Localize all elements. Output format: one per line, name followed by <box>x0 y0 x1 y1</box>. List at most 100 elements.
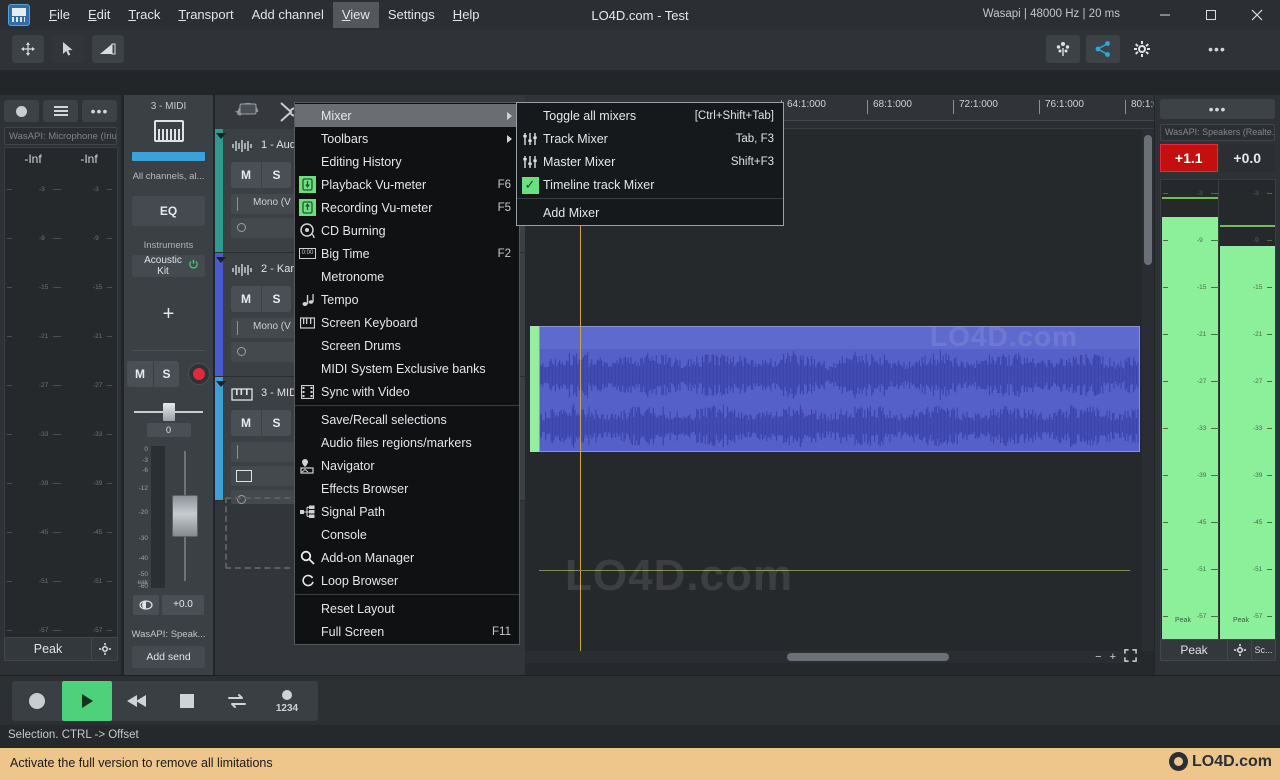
view-menu-item-toolbars[interactable]: Toolbars <box>295 127 519 150</box>
view-menu-item-reset-layout[interactable]: Reset Layout <box>295 597 519 620</box>
add-send-button[interactable]: Add send <box>132 646 205 668</box>
undo-redo-icon[interactable] <box>233 99 265 130</box>
view-menu-item-console[interactable]: Console <box>295 523 519 546</box>
zoom-in-button[interactable]: + <box>1107 651 1119 663</box>
maximize-icon[interactable] <box>1188 0 1234 30</box>
view-menu-item-metronome[interactable]: Metronome <box>295 265 519 288</box>
more-icon[interactable]: ••• <box>82 100 117 122</box>
mono-stereo-icon[interactable] <box>133 595 159 615</box>
rewind-button[interactable] <box>112 681 162 721</box>
zoom-out-button[interactable]: − <box>1092 651 1104 663</box>
gear-icon[interactable] <box>91 638 117 660</box>
left-mixer-meter[interactable]: -Inf -Inf -3 -3 -9 -9 -15 -15 -21 -21 -27 -27 -33-… <box>4 147 118 652</box>
play-button[interactable] <box>62 681 112 721</box>
gear-icon[interactable] <box>1128 35 1156 63</box>
view-menu-item-tempo[interactable]: Tempo <box>295 288 519 311</box>
select-tool-icon[interactable] <box>52 35 84 63</box>
view-menu-item-mixer[interactable]: Mixer <box>295 104 519 127</box>
scroll-thumb[interactable] <box>787 653 949 661</box>
power-icon[interactable] <box>188 259 199 273</box>
mute-button[interactable]: M <box>231 286 261 312</box>
activation-banner[interactable]: Activate the full version to remove all … <box>0 748 1280 780</box>
view-menu-item-editing-history[interactable]: Editing History <box>295 150 519 173</box>
mute-button[interactable]: M <box>231 162 261 188</box>
menu-edit[interactable]: Edit <box>79 2 119 28</box>
clip-gain-handle[interactable] <box>530 326 539 452</box>
horizontal-scrollbar[interactable] <box>525 651 1128 663</box>
mixer-submenu-item-master-mixer[interactable]: Master Mixer Shift+F3 <box>517 150 783 173</box>
gain-value[interactable]: +0.0 <box>162 595 204 615</box>
master-sc-button[interactable]: Sc... <box>1251 640 1275 660</box>
view-menu-item-recording-vu-meter[interactable]: Recording Vu-meter F5 <box>295 196 519 219</box>
menu-settings[interactable]: Settings <box>379 2 444 28</box>
mixer-submenu-item-timeline-track-mixer[interactable]: ✓ Timeline track Mixer <box>517 173 783 196</box>
view-menu-item-sync-with-video[interactable]: Sync with Video <box>295 380 519 403</box>
list-icon[interactable] <box>43 100 78 122</box>
menu-help[interactable]: Help <box>444 2 489 28</box>
view-menu-item-full-screen[interactable]: Full Screen F11 <box>295 620 519 643</box>
view-menu-item-loop-browser[interactable]: Loop Browser <box>295 569 519 592</box>
mixer-submenu-item-track-mixer[interactable]: Track Mixer Tab, F3 <box>517 127 783 150</box>
view-menu-item-add-on-manager[interactable]: Add-on Manager <box>295 546 519 569</box>
view-menu-item-signal-path[interactable]: Signal Path <box>295 500 519 523</box>
track-color-bar[interactable] <box>215 377 223 500</box>
effects-icon[interactable] <box>1046 35 1080 63</box>
view-menu-item-cd-burning[interactable]: CD Burning <box>295 219 519 242</box>
master-device[interactable]: WasAPI: Speakers (Realte... <box>1160 124 1275 141</box>
mixer-submenu[interactable]: Toggle all mixers [Ctrl+Shift+Tab] Track M… <box>516 102 784 226</box>
menu-add-channel[interactable]: Add channel <box>243 2 333 28</box>
track-color-bar[interactable] <box>215 129 223 252</box>
track-color-bar[interactable] <box>215 253 223 376</box>
view-menu-item-save-recall-selections[interactable]: Save/Recall selections <box>295 408 519 431</box>
stop-button[interactable] <box>162 681 212 721</box>
master-peak-mode[interactable]: Peak Sc... <box>1160 639 1276 661</box>
left-mixer-device[interactable]: WasAPI: Microphone (Iriu... <box>4 127 117 145</box>
more-icon[interactable]: ••• <box>1160 99 1275 119</box>
eq-button[interactable]: EQ <box>132 196 205 226</box>
scroll-thumb[interactable] <box>1144 135 1152 265</box>
chevron-down-icon[interactable] <box>216 257 226 263</box>
view-menu-dropdown[interactable]: Mixer Toolbars Editing History Playback Vu-… <box>294 102 520 645</box>
view-menu-item-screen-drums[interactable]: Screen Drums <box>295 334 519 357</box>
view-menu-item-navigator[interactable]: Navigator <box>295 454 519 477</box>
menu-track[interactable]: Track <box>119 2 169 28</box>
solo-button[interactable]: S <box>261 410 291 436</box>
close-icon[interactable] <box>1234 0 1280 30</box>
menu-file[interactable]: File <box>40 2 79 28</box>
mixer-submenu-item-toggle-all-mixers[interactable]: Toggle all mixers [Ctrl+Shift+Tab] <box>517 104 783 127</box>
view-menu-item-playback-vu-meter[interactable]: Playback Vu-meter F6 <box>295 173 519 196</box>
volume-envelope-tool-icon[interactable] <box>92 35 124 63</box>
move-tool-icon[interactable] <box>12 35 44 63</box>
fit-screen-icon[interactable] <box>1121 649 1140 665</box>
solo-button[interactable]: S <box>261 286 291 312</box>
view-menu-item-screen-keyboard[interactable]: Screen Keyboard <box>295 311 519 334</box>
share-icon[interactable] <box>1086 35 1120 63</box>
left-mixer-peak-mode[interactable]: Peak <box>4 637 118 661</box>
chevron-down-icon[interactable] <box>216 133 226 139</box>
loop-button[interactable] <box>212 681 262 721</box>
right-more-icon[interactable]: ••• <box>1200 35 1234 63</box>
record-icon[interactable] <box>188 363 210 385</box>
view-menu-item-effects-browser[interactable]: Effects Browser <box>295 477 519 500</box>
mixer-submenu-item-add-mixer[interactable]: Add Mixer <box>517 201 783 224</box>
pan-value[interactable]: 0 <box>146 423 191 437</box>
mute-button[interactable]: M <box>127 361 153 387</box>
minimize-icon[interactable] <box>1142 0 1188 30</box>
chevron-down-icon[interactable] <box>216 381 226 387</box>
channel-color-bar[interactable] <box>132 152 205 161</box>
vertical-scrollbar[interactable] <box>1142 129 1154 651</box>
menu-transport[interactable]: Transport <box>169 2 242 28</box>
audio-clip[interactable] <box>539 326 1140 452</box>
view-menu-item-midi-system-exclusive-banks[interactable]: MIDI System Exclusive banks <box>295 357 519 380</box>
solo-button[interactable]: S <box>261 162 291 188</box>
menu-view[interactable]: View <box>332 2 379 28</box>
record-icon[interactable] <box>4 100 39 122</box>
view-menu-item-audio-files-regions-markers[interactable]: Audio files regions/markers <box>295 431 519 454</box>
track-name[interactable]: 1 - Audi <box>261 139 298 151</box>
view-menu-item-big-time[interactable]: 0:00 Big Time F2 <box>295 242 519 265</box>
plus-icon[interactable]: + <box>124 303 213 326</box>
instrument-selector[interactable]: Acoustic Kit <box>132 255 205 277</box>
channel-output[interactable]: WasAPI: Speak... <box>124 629 213 640</box>
pan-slider[interactable] <box>134 403 203 421</box>
fader-knob[interactable] <box>172 495 198 537</box>
